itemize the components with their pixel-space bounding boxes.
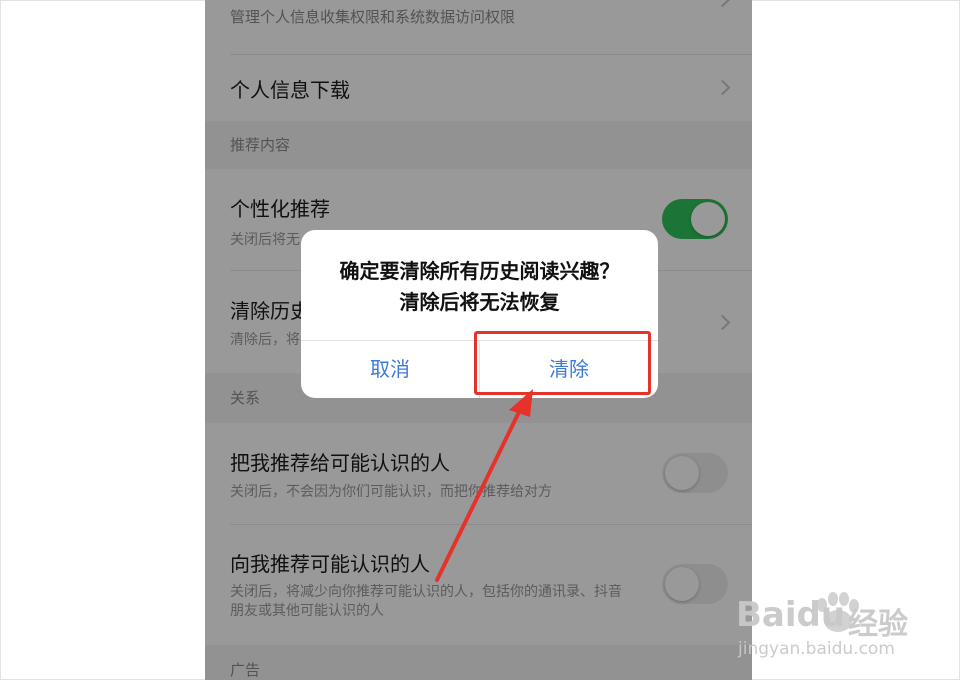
watermark-url: jingyan.baidu.com	[738, 639, 895, 659]
watermark-suffix: 经验	[848, 607, 908, 642]
annotation-arrow-icon	[435, 389, 533, 582]
watermark-brand: Baidu	[736, 595, 846, 635]
baidu-jingyan-watermark: Baidu 经验 jingyan.baidu.com	[736, 585, 926, 665]
